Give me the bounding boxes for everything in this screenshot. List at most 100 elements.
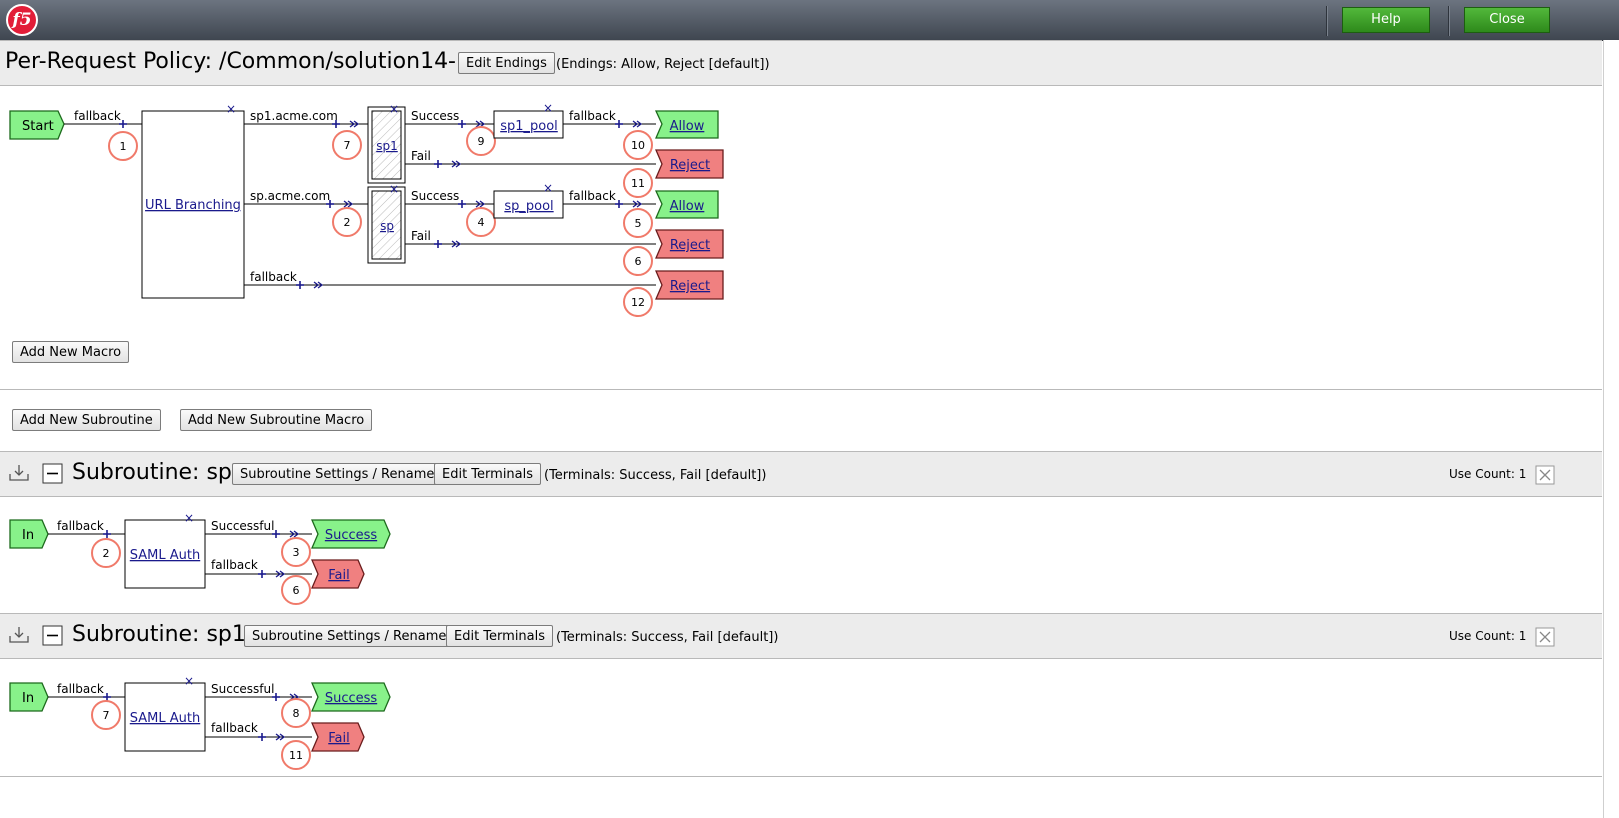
delete-x-icon[interactable]: × (226, 102, 236, 116)
sp-pool-link[interactable]: sp_pool (504, 199, 553, 214)
reject-ending[interactable]: Reject (655, 270, 724, 300)
sp-macro-node[interactable]: sp (367, 186, 406, 264)
svg-text:Success: Success (325, 691, 378, 706)
edge-label: fallback (569, 189, 616, 203)
edge-label: Successful (211, 519, 274, 533)
delete-x-icon[interactable]: × (184, 511, 194, 525)
svg-text:In: In (22, 528, 34, 543)
edge-label: Fail (411, 149, 431, 163)
edge-label: Success (411, 189, 459, 203)
use-count: Use Count: 1 (1449, 467, 1527, 481)
start-node[interactable]: Start (9, 110, 65, 140)
in-node[interactable]: In (9, 519, 49, 549)
sp1-link[interactable]: sp1 (376, 139, 398, 153)
add-new-subroutine-macro-button[interactable]: Add New Subroutine Macro (180, 409, 373, 431)
add-plus-icon[interactable] (433, 239, 443, 249)
delete-x-icon[interactable]: × (543, 181, 553, 195)
svg-text:11: 11 (631, 177, 645, 190)
add-plus-icon[interactable] (102, 529, 112, 539)
branch-label: fallback (250, 270, 297, 284)
svg-text:8: 8 (293, 707, 300, 720)
step-number-badge: 9 (466, 126, 496, 156)
add-plus-icon[interactable] (257, 569, 267, 579)
url-branching-link[interactable]: URL Branching (145, 198, 241, 213)
svg-text:In: In (22, 691, 34, 706)
policy-header: Per-Request Policy: /Common/solution14-p… (0, 40, 1602, 86)
in-node[interactable]: In (9, 682, 49, 712)
saml-auth-link[interactable]: SAML Auth (130, 711, 200, 726)
collapse-icon[interactable] (42, 463, 63, 484)
subroutine-settings-button[interactable]: Subroutine Settings / Rename (232, 463, 443, 485)
delete-icon[interactable] (1535, 627, 1555, 647)
edge-label: fallback (569, 109, 616, 123)
success-terminal[interactable]: Success (311, 519, 391, 549)
vertical-scrollbar[interactable] (1603, 40, 1619, 818)
move-icon[interactable] (8, 625, 30, 645)
svg-text:2: 2 (344, 216, 351, 229)
delete-x-icon[interactable]: × (389, 182, 399, 196)
add-plus-icon[interactable] (614, 199, 624, 209)
subroutine-settings-button[interactable]: Subroutine Settings / Rename (244, 625, 455, 647)
step-number-badge: 6 (623, 246, 653, 276)
edge-label: fallback (211, 721, 258, 735)
step-number-badge: 5 (623, 208, 653, 238)
step-number-badge: 8 (281, 698, 311, 728)
move-icon[interactable] (8, 463, 30, 483)
policy-flow-diagram: Start fallback 1 × URL Branching sp1.acm… (9, 101, 724, 317)
subroutine-sp-flow: In fallback 2 × SAML Auth Successful 3 S… (9, 511, 391, 605)
sp1-macro-node[interactable]: sp1 (367, 106, 406, 184)
allow-ending[interactable]: Allow (654, 110, 719, 139)
divider (0, 776, 1602, 777)
edit-endings-button[interactable]: Edit Endings (458, 52, 555, 74)
svg-text:1: 1 (120, 140, 127, 153)
sp-link[interactable]: sp (380, 219, 394, 233)
help-button[interactable]: Help (1342, 7, 1430, 33)
add-plus-icon[interactable] (433, 159, 443, 169)
svg-text:5: 5 (635, 217, 642, 230)
close-button[interactable]: Close (1464, 7, 1550, 33)
svg-text:6: 6 (293, 584, 300, 597)
reject-ending[interactable]: Reject (655, 229, 724, 259)
subroutine-sp1-flow: In fallback 7 × SAML Auth Successful 8 S… (9, 674, 391, 770)
subroutine-sp1-header: Subroutine: sp1 Subroutine Settings / Re… (0, 613, 1602, 659)
delete-icon[interactable] (1535, 465, 1555, 485)
edge-label: Fail (411, 229, 431, 243)
saml-auth-link[interactable]: SAML Auth (130, 548, 200, 563)
svg-text:Reject: Reject (670, 158, 710, 173)
step-number-badge: 2 (332, 207, 362, 237)
delete-x-icon[interactable]: × (389, 102, 399, 116)
add-new-subroutine-button[interactable]: Add New Subroutine (12, 409, 161, 431)
add-plus-icon[interactable] (257, 732, 267, 742)
delete-x-icon[interactable]: × (543, 101, 553, 115)
f5-logo-icon: f5 (6, 4, 38, 36)
add-plus-icon[interactable] (102, 692, 112, 702)
reject-ending[interactable]: Reject (655, 149, 724, 179)
svg-text:Success: Success (325, 528, 378, 543)
step-number-badge: 10 (623, 130, 653, 160)
step-number-badge: 4 (466, 207, 496, 237)
delete-x-icon[interactable]: × (184, 674, 194, 688)
divider (0, 389, 1602, 390)
edge-label: fallback (211, 558, 258, 572)
endings-note: (Endings: Allow, Reject [default]) (556, 57, 770, 72)
svg-text:Reject: Reject (670, 279, 710, 294)
edge-label: Successful (211, 682, 274, 696)
success-terminal[interactable]: Success (311, 682, 391, 712)
edge-label: fallback (74, 109, 121, 123)
edit-terminals-button[interactable]: Edit Terminals (434, 463, 542, 485)
add-new-macro-button[interactable]: Add New Macro (12, 341, 130, 363)
step-number-badge: 1 (108, 131, 138, 161)
edit-terminals-button[interactable]: Edit Terminals (446, 625, 554, 647)
add-plus-icon[interactable] (295, 280, 305, 290)
collapse-icon[interactable] (42, 625, 63, 646)
svg-text:7: 7 (344, 139, 351, 152)
svg-text:Fail: Fail (328, 731, 349, 746)
allow-ending[interactable]: Allow (654, 190, 719, 219)
add-plus-icon[interactable] (614, 119, 624, 129)
toolbar-divider (1448, 6, 1450, 36)
edge-label: fallback (57, 519, 104, 533)
fail-terminal[interactable]: Fail (311, 559, 365, 589)
sp1-pool-link[interactable]: sp1_pool (500, 119, 558, 134)
step-number-badge: 6 (281, 575, 311, 605)
fail-terminal[interactable]: Fail (311, 722, 365, 752)
